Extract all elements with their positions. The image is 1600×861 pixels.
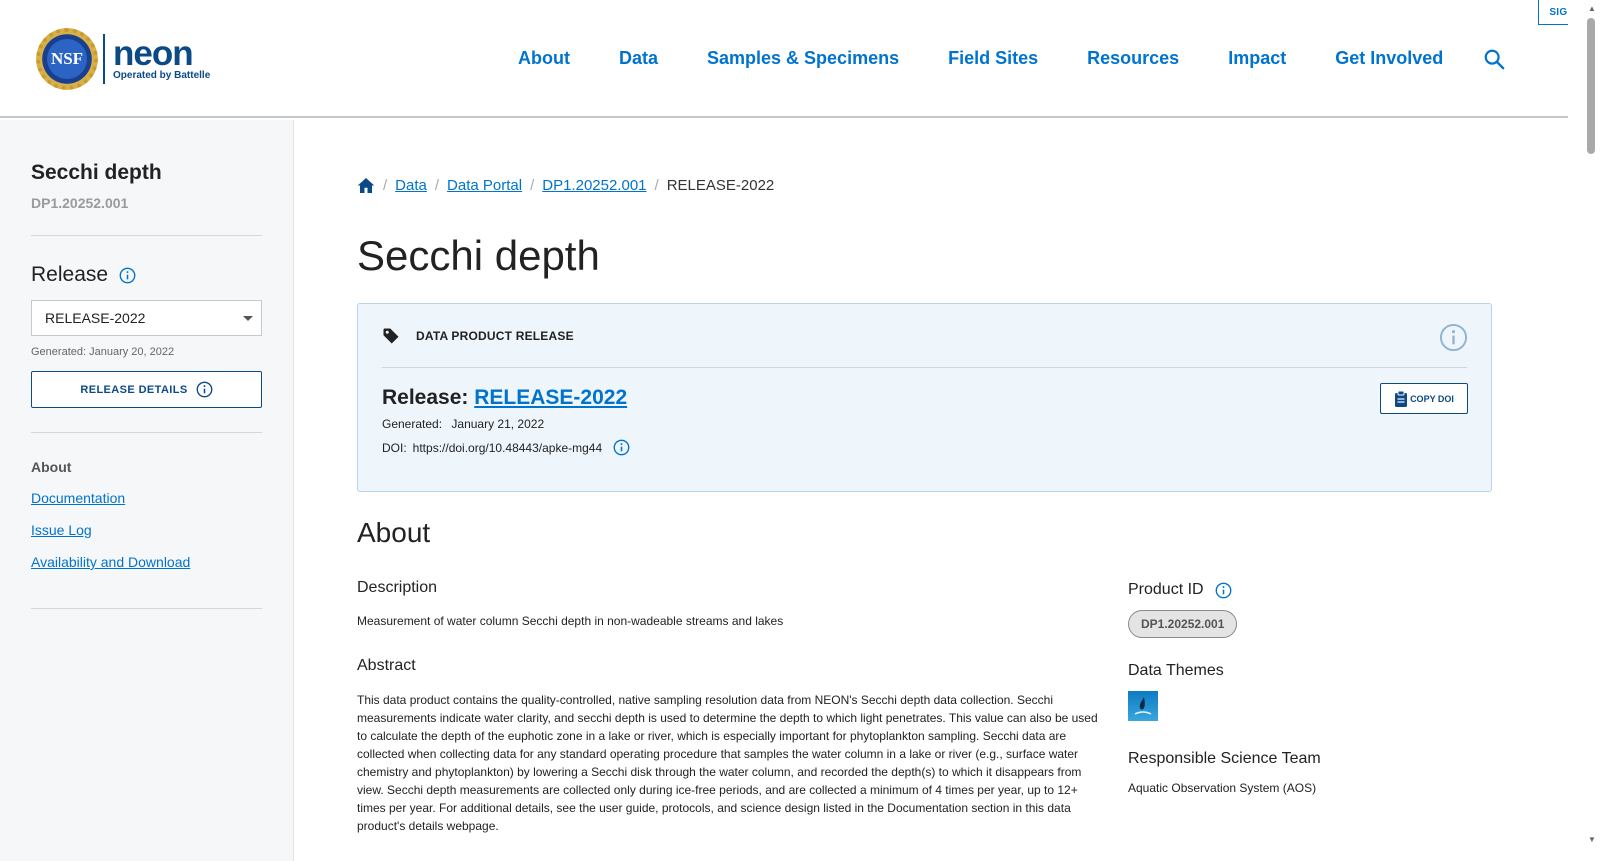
breadcrumb-data-portal[interactable]: Data Portal <box>447 177 522 194</box>
release-details-label: RELEASE DETAILS <box>80 383 188 396</box>
search-icon[interactable] <box>1483 48 1505 70</box>
product-id-heading: Product ID <box>1128 581 1204 598</box>
breadcrumb-separator: / <box>434 177 440 194</box>
page-title: Secchi depth <box>357 232 600 279</box>
product-id-row: Product ID <box>1128 581 1492 599</box>
release-line: Release: RELEASE-2022 <box>382 386 1467 410</box>
main-content: / Data / Data Portal / DP1.20252.001 / R… <box>357 120 1492 835</box>
science-team-value: Aquatic Observation System (AOS) <box>1128 781 1317 795</box>
about-columns: Description Measurement of water column … <box>357 579 1492 835</box>
breadcrumb-product[interactable]: DP1.20252.001 <box>542 177 646 194</box>
aquatic-theme-icon[interactable] <box>1128 691 1158 721</box>
nav-resources[interactable]: Resources <box>1087 48 1179 69</box>
doi-row: DOI: https://doi.org/10.48443/apke-mg44 <box>382 439 1467 456</box>
generated-value: January 21, 2022 <box>451 417 545 431</box>
release-label: Release <box>31 263 109 286</box>
science-team-heading: Responsible Science Team <box>1128 750 1321 767</box>
nav-data[interactable]: Data <box>619 48 658 69</box>
sidebar-link-documentation[interactable]: Documentation <box>31 490 262 506</box>
release-card-header: DATA PRODUCT RELEASE <box>382 304 1467 368</box>
copy-doi-button[interactable]: COPY DOI <box>1380 383 1468 414</box>
scroll-thumb[interactable] <box>1587 18 1595 154</box>
page-scrollbar[interactable]: ▲ ▼ <box>1568 0 1600 861</box>
release-link[interactable]: RELEASE-2022 <box>474 386 627 409</box>
nsf-logo-text: NSF <box>50 49 84 68</box>
description-text: Measurement of water column Secchi depth… <box>357 614 784 628</box>
scroll-up-arrow-icon[interactable]: ▲ <box>1588 4 1596 13</box>
viewport: NSF neon Operated by Battelle About Data… <box>0 0 1600 861</box>
sidebar-product-id: DP1.20252.001 <box>31 195 129 211</box>
release-select[interactable]: RELEASE-2022 <box>31 300 262 336</box>
sidebar-section-about[interactable]: About <box>31 459 262 475</box>
generated-key: Generated: <box>382 417 443 431</box>
neon-word: neon <box>113 34 194 73</box>
sidebar-link-issue-log[interactable]: Issue Log <box>31 522 262 538</box>
neon-wordmark: neon Operated by Battelle <box>113 34 211 81</box>
release-generated-row: Generated: January 21, 2022 <box>382 417 1467 431</box>
release-card-info-icon[interactable] <box>1439 323 1468 352</box>
breadcrumb-separator: / <box>530 177 535 194</box>
product-id-info-icon[interactable] <box>1215 582 1232 599</box>
info-icon <box>196 381 213 398</box>
about-right-column: Product ID DP1.20252.001 Data Themes Res <box>1128 579 1492 835</box>
release-select-value: RELEASE-2022 <box>45 310 146 326</box>
about-left-column: Description Measurement of water column … <box>357 579 1098 835</box>
release-card: DATA PRODUCT RELEASE Release: RELEASE-20… <box>357 303 1492 492</box>
nav-samples-specimens[interactable]: Samples & Specimens <box>707 48 899 69</box>
abstract-heading: Abstract <box>357 657 416 674</box>
sidebar-divider <box>31 608 262 609</box>
doi-value[interactable]: https://doi.org/10.48443/apke-mg44 <box>413 441 602 455</box>
breadcrumb-separator: / <box>383 177 388 194</box>
product-id-chip: DP1.20252.001 <box>1128 610 1238 638</box>
abstract-text: This data product contains the quality-c… <box>357 693 1098 833</box>
sidebar: Secchi depth DP1.20252.001 Release RELEA… <box>0 120 294 861</box>
nav-field-sites[interactable]: Field Sites <box>948 48 1038 69</box>
data-themes-heading: Data Themes <box>1128 662 1224 679</box>
sidebar-divider <box>31 235 262 236</box>
about-heading: About <box>357 517 431 548</box>
neon-logo[interactable]: NSF neon Operated by Battelle <box>36 28 210 90</box>
nav-impact[interactable]: Impact <box>1228 48 1286 69</box>
nav-about[interactable]: About <box>518 48 570 69</box>
description-heading: Description <box>357 579 438 596</box>
sidebar-product-title: Secchi depth <box>31 161 162 184</box>
release-generated-date: Generated: January 20, 2022 <box>31 346 175 358</box>
release-card-label: DATA PRODUCT RELEASE <box>416 328 574 343</box>
release-label-row: Release <box>31 263 262 287</box>
breadcrumb: / Data / Data Portal / DP1.20252.001 / R… <box>357 177 1492 194</box>
doi-info-icon[interactable] <box>613 439 630 456</box>
release-info-icon[interactable] <box>119 267 136 284</box>
water-drop-icon <box>1134 697 1152 715</box>
home-icon[interactable] <box>357 177 375 194</box>
nav-get-involved[interactable]: Get Involved <box>1335 48 1443 69</box>
sidebar-link-availability-download[interactable]: Availability and Download <box>31 554 262 570</box>
nsf-seal-icon: NSF <box>36 28 98 90</box>
scroll-down-arrow-icon[interactable]: ▼ <box>1588 835 1596 844</box>
release-details-button[interactable]: RELEASE DETAILS <box>31 371 262 408</box>
neon-subtitle: Operated by Battelle <box>113 70 211 81</box>
main-nav: About Data Samples & Specimens Field Sit… <box>518 48 1492 69</box>
release-prefix: Release: <box>382 386 469 409</box>
sidebar-divider <box>31 432 262 433</box>
doi-key: DOI: <box>382 440 407 455</box>
logo-divider <box>103 34 105 84</box>
breadcrumb-separator: / <box>654 177 659 194</box>
breadcrumb-current: RELEASE-2022 <box>666 177 775 194</box>
chevron-down-icon <box>243 315 253 321</box>
site-header: NSF neon Operated by Battelle About Data… <box>0 0 1568 118</box>
clipboard-icon <box>1395 390 1408 407</box>
tag-icon <box>383 328 399 343</box>
copy-doi-label: COPY DOI <box>1410 393 1454 404</box>
breadcrumb-data[interactable]: Data <box>395 177 427 194</box>
